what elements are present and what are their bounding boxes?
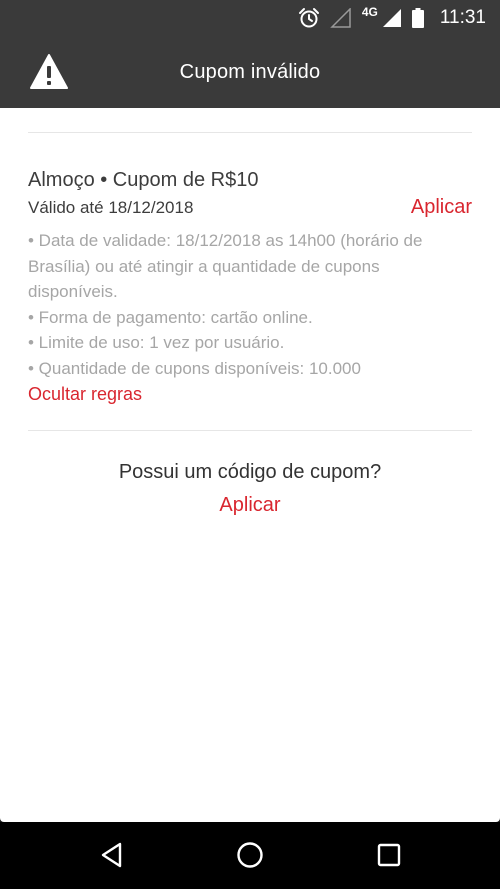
rule-item: • Forma de pagamento: cartão online. — [28, 307, 313, 327]
rule-item: • Limite de uso: 1 vez por usuário. — [28, 333, 285, 352]
signal-icon — [382, 9, 401, 27]
coupon-validity: Válido até 18/12/2018 — [28, 198, 194, 217]
system-nav-bar — [0, 822, 500, 889]
apply-code-button[interactable]: Aplicar — [219, 494, 280, 516]
coupon-content: Almoço • Cupom de R$10 Válido até 18/12/… — [0, 108, 500, 822]
hide-rules-link[interactable]: Ocultar regras — [28, 384, 142, 405]
network-type-label: 4G — [361, 5, 378, 19]
signal-empty-icon — [330, 8, 351, 28]
recents-icon — [377, 843, 401, 867]
rule-item: • Data de validade: 18/12/2018 as 14h00 … — [28, 231, 428, 301]
coupon-rules: • Data de validade: 18/12/2018 as 14h00 … — [28, 228, 472, 381]
app-bar: Cupom inválido — [0, 36, 500, 108]
back-button[interactable] — [87, 835, 137, 875]
recents-button[interactable] — [364, 835, 414, 875]
back-icon — [101, 842, 122, 868]
top-divider — [28, 132, 472, 133]
battery-icon — [411, 8, 424, 28]
rule-item: • Quantidade de cupons disponíveis: 10.0… — [28, 358, 361, 378]
coupon-title: Almoço • Cupom de R$10 — [28, 169, 259, 191]
coupon-code-question: Possui um código de cupom? — [118, 461, 382, 483]
home-button[interactable] — [225, 835, 275, 875]
page-title: Cupom inválido — [179, 60, 321, 83]
apply-code-row: Aplicar — [0, 494, 500, 517]
clock: 11:31 — [439, 7, 486, 28]
status-bar: 4G 11:31 — [0, 0, 500, 36]
bottom-divider — [28, 430, 472, 431]
apply-coupon-button[interactable]: Aplicar — [411, 196, 472, 219]
alarm-icon — [298, 8, 319, 28]
home-icon — [237, 842, 263, 868]
